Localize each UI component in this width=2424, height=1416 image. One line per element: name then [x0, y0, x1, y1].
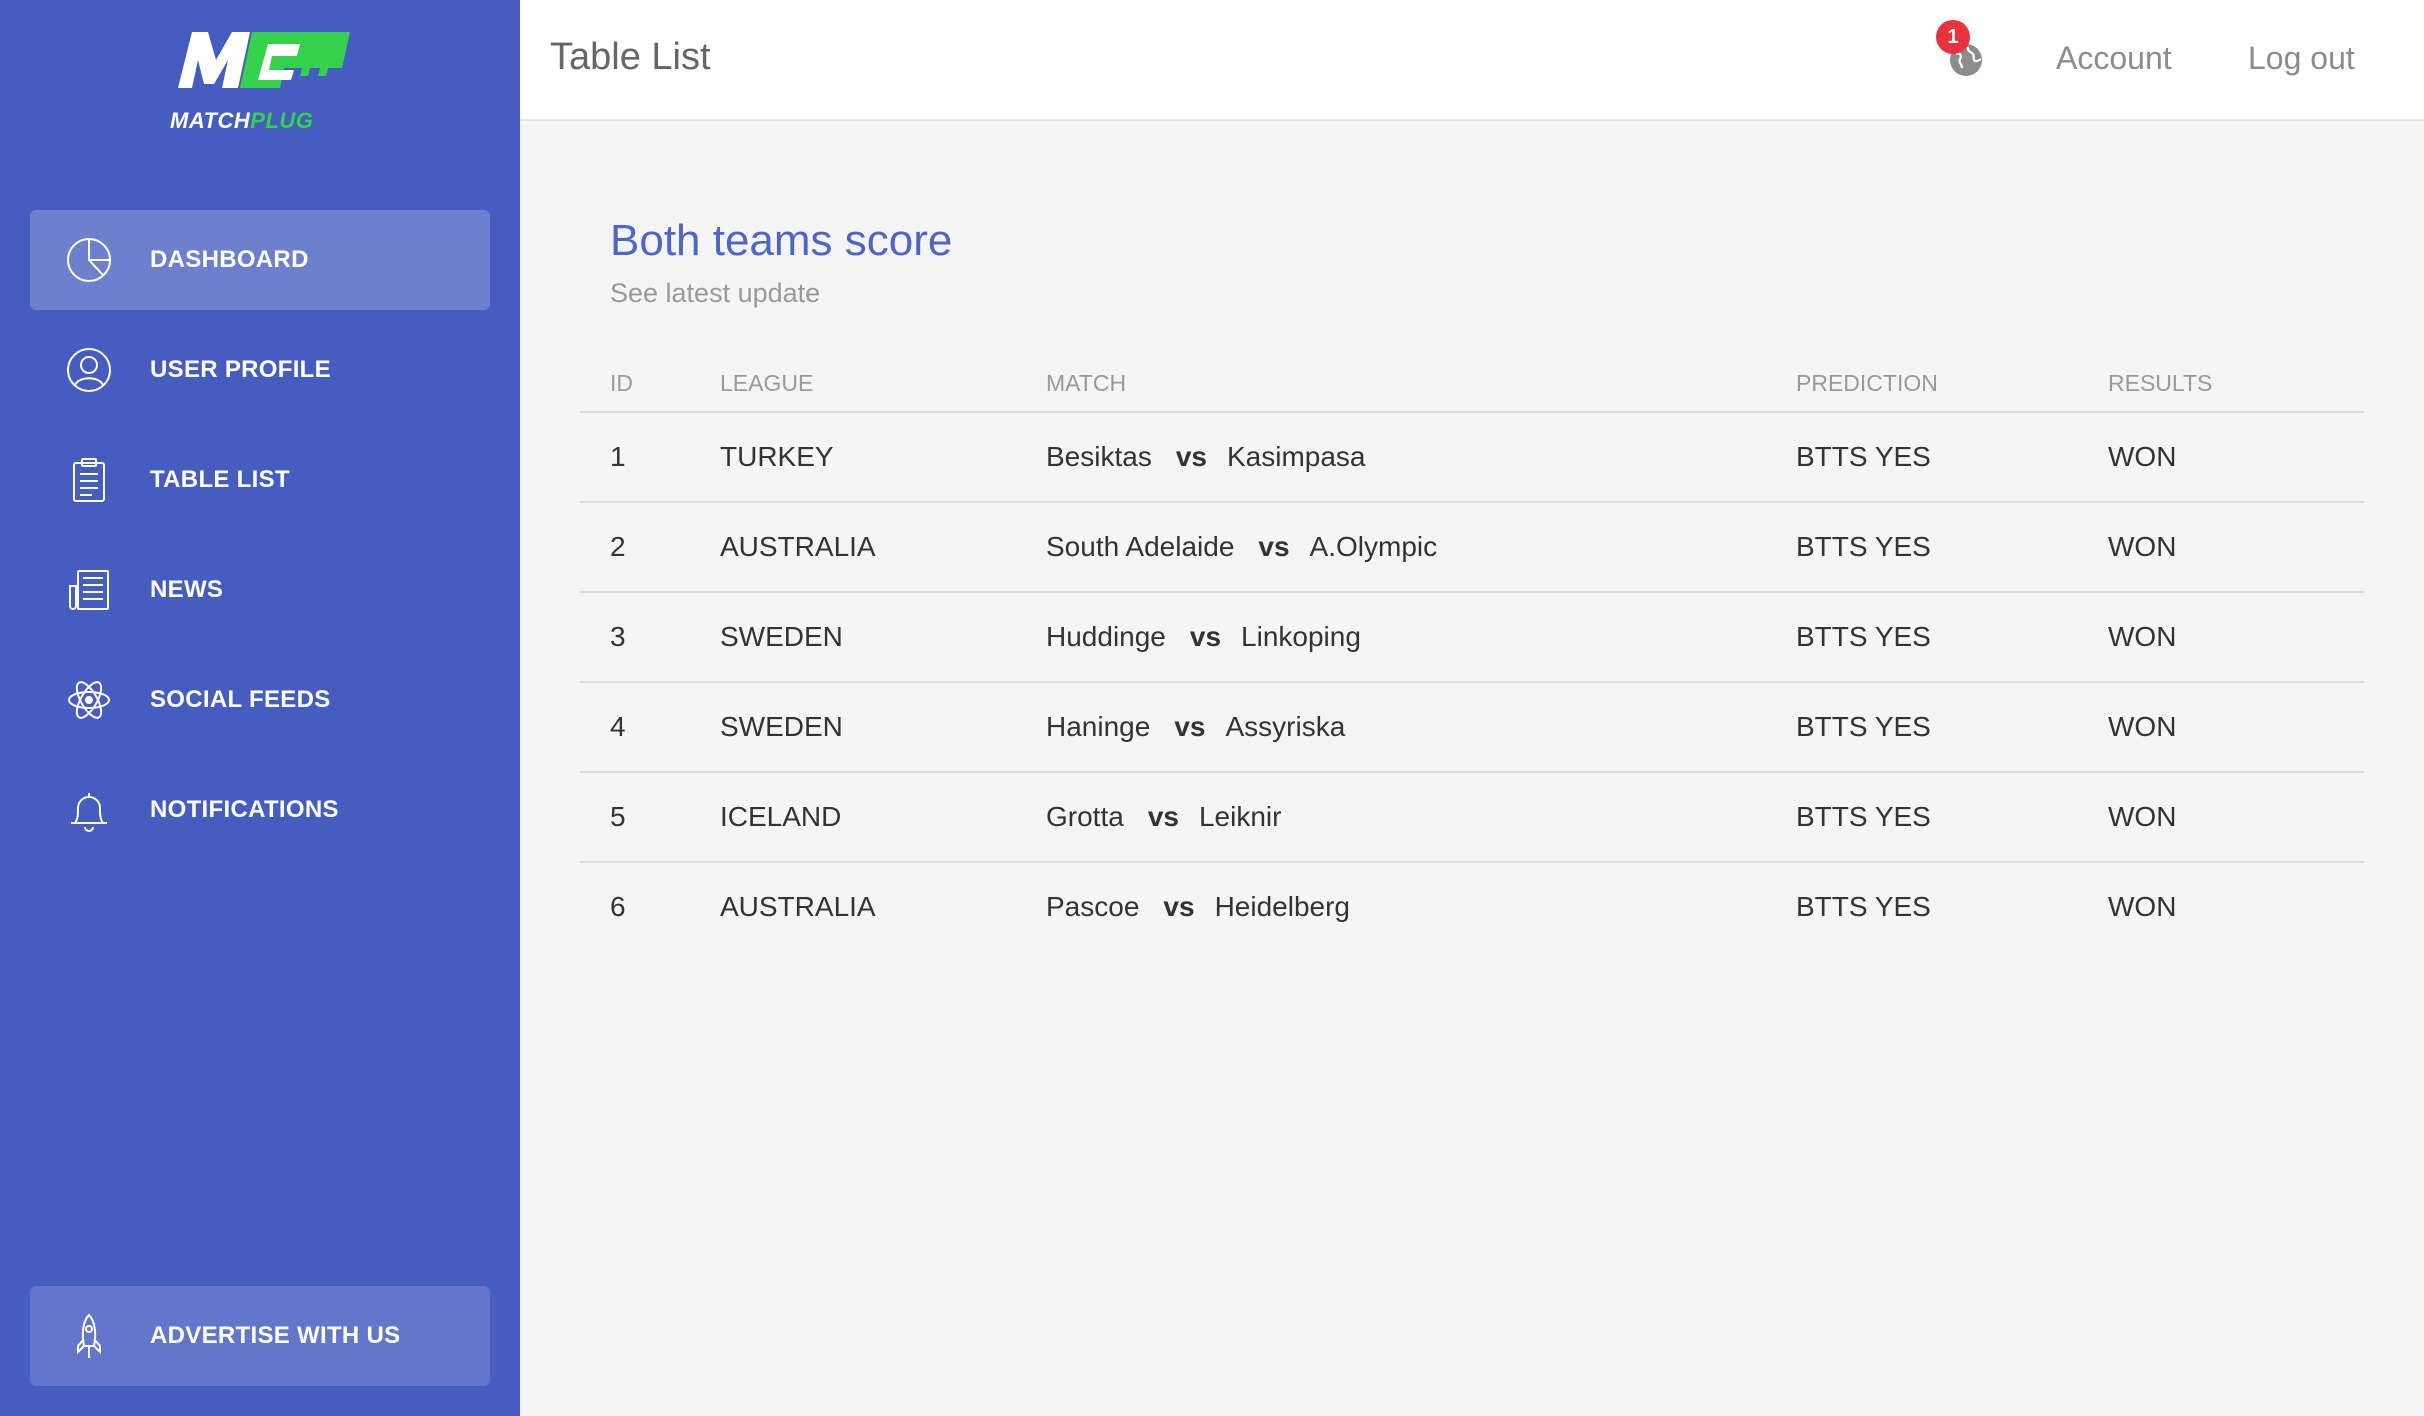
cell-id: 1	[610, 441, 626, 472]
table-row: 2 AUSTRALIA South Adelaide vs A.Olympic BT…	[580, 503, 2364, 593]
cell-league: SWEDEN	[720, 711, 843, 742]
column-header-results: RESULTS	[2108, 370, 2213, 396]
cell-result: WON	[2108, 891, 2177, 922]
bell-icon	[64, 785, 114, 835]
predictions-table: ID LEAGUE MATCH PREDICTION RESULTS 1 TUR…	[580, 360, 2364, 953]
away-team: Assyriska	[1225, 711, 1346, 742]
vs-label: vs	[1147, 801, 1179, 832]
sidebar-item-label: DASHBOARD	[150, 246, 309, 273]
cell-match: South Adelaide vs A.Olympic	[1046, 531, 1437, 563]
away-team: Kasimpasa	[1226, 441, 1366, 472]
logout-link[interactable]: Log out	[2248, 40, 2355, 77]
rocket-icon	[64, 1311, 114, 1361]
sidebar-item-table-list[interactable]: TABLE LIST	[30, 430, 490, 530]
user-icon	[64, 345, 114, 395]
away-team: Leiknir	[1198, 801, 1282, 832]
vs-label: vs	[1163, 891, 1195, 922]
sidebar-item-user-profile[interactable]: USER PROFILE	[30, 320, 490, 420]
home-team: Grotta	[1046, 801, 1124, 832]
sidebar-item-label: NEWS	[150, 576, 224, 603]
cell-prediction: BTTS YES	[1796, 441, 1931, 472]
advertise-label: ADVERTISE WITH US	[150, 1322, 401, 1349]
home-team: Besiktas	[1046, 441, 1152, 472]
newspaper-icon	[64, 565, 114, 615]
matchplug-logo[interactable]: MATCHPLUG	[160, 26, 360, 136]
atom-icon	[64, 675, 114, 725]
cell-prediction: BTTS YES	[1796, 801, 1931, 832]
table-header: ID LEAGUE MATCH PREDICTION RESULTS	[580, 360, 2364, 413]
vs-label: vs	[1189, 621, 1222, 652]
home-team: Pascoe	[1046, 891, 1140, 922]
cell-prediction: BTTS YES	[1796, 891, 1931, 922]
cell-league: SWEDEN	[720, 621, 843, 652]
column-header-id: ID	[610, 370, 633, 396]
vs-label: vs	[1258, 531, 1290, 562]
cell-result: WON	[2108, 621, 2177, 652]
notification-badge: 1	[1936, 20, 1970, 54]
cell-match: Pascoe vs Heidelberg	[1046, 891, 1350, 923]
sidebar-item-label: USER PROFILE	[150, 356, 331, 383]
away-team: A.Olympic	[1309, 531, 1438, 562]
sidebar-item-label: SOCIAL FEEDS	[150, 686, 331, 713]
home-team: South Adelaide	[1046, 531, 1235, 562]
column-header-prediction: PREDICTION	[1796, 370, 1938, 396]
sidebar: MATCHPLUG DASHBOARD USER PROFILE TABLE L…	[0, 0, 520, 1416]
cell-result: WON	[2108, 801, 2177, 832]
cell-id: 4	[610, 711, 626, 742]
table-body: 1 TURKEY Besiktas vs Kasimpasa BTTS YES WO…	[580, 413, 2364, 953]
cell-id: 5	[610, 801, 626, 832]
advertise-with-us-button[interactable]: ADVERTISE WITH US	[30, 1286, 490, 1386]
top-navbar: Table List 1 Account Log out	[520, 0, 2424, 121]
cell-league: ICELAND	[720, 801, 842, 832]
cell-result: WON	[2108, 531, 2177, 562]
cell-league: AUSTRALIA	[720, 531, 876, 562]
sidebar-item-label: TABLE LIST	[150, 466, 290, 493]
table-row: 1 TURKEY Besiktas vs Kasimpasa BTTS YES WO…	[580, 413, 2364, 503]
cell-league: AUSTRALIA	[720, 891, 876, 922]
table-row: 3 SWEDEN Huddinge vs Linkoping BTTS YES WO…	[580, 593, 2364, 683]
pie-chart-icon	[64, 235, 114, 285]
account-link[interactable]: Account	[2056, 40, 2172, 77]
away-team: Linkoping	[1241, 621, 1361, 652]
cell-league: TURKEY	[720, 441, 834, 472]
vs-label: vs	[1175, 441, 1207, 472]
cell-id: 6	[610, 891, 626, 922]
sidebar-item-label: NOTIFICATIONS	[150, 796, 339, 823]
card-subtitle: See latest update	[610, 278, 821, 308]
cell-match: Huddinge vs Linkoping	[1046, 621, 1361, 653]
cell-id: 3	[610, 621, 626, 652]
logo-text: MATCHPLUG	[170, 108, 314, 133]
cell-prediction: BTTS YES	[1796, 531, 1931, 562]
cell-match: Besiktas vs Kasimpasa	[1046, 441, 1366, 473]
table-row: 4 SWEDEN Haninge vs Assyriska BTTS YES WON	[580, 683, 2364, 773]
away-team: Heidelberg	[1214, 891, 1350, 922]
cell-result: WON	[2108, 441, 2177, 472]
sidebar-item-social-feeds[interactable]: SOCIAL FEEDS	[30, 650, 490, 750]
cell-match: Haninge vs Assyriska	[1046, 711, 1345, 743]
cell-match: Grotta vs Leiknir	[1046, 801, 1281, 833]
clipboard-icon	[64, 455, 114, 505]
sidebar-item-dashboard[interactable]: DASHBOARD	[30, 210, 490, 310]
column-header-league: LEAGUE	[720, 370, 814, 396]
cell-prediction: BTTS YES	[1796, 711, 1931, 742]
home-team: Haninge	[1046, 711, 1151, 742]
sidebar-nav: DASHBOARD USER PROFILE TABLE LIST NEWS S…	[30, 210, 490, 870]
home-team: Huddinge	[1046, 621, 1166, 652]
logo-mark-icon	[178, 32, 350, 88]
cell-result: WON	[2108, 711, 2177, 742]
cell-id: 2	[610, 531, 626, 562]
sidebar-item-news[interactable]: NEWS	[30, 540, 490, 640]
card-title: Both teams score	[610, 216, 953, 265]
table-row: 6 AUSTRALIA Pascoe vs Heidelberg BTTS YES …	[580, 863, 2364, 953]
sidebar-item-notifications[interactable]: NOTIFICATIONS	[30, 760, 490, 860]
vs-label: vs	[1174, 711, 1206, 742]
page-title: Table List	[550, 36, 711, 78]
table-row: 5 ICELAND Grotta vs Leiknir BTTS YES WON	[580, 773, 2364, 863]
column-header-match: MATCH	[1046, 370, 1127, 396]
cell-prediction: BTTS YES	[1796, 621, 1931, 652]
